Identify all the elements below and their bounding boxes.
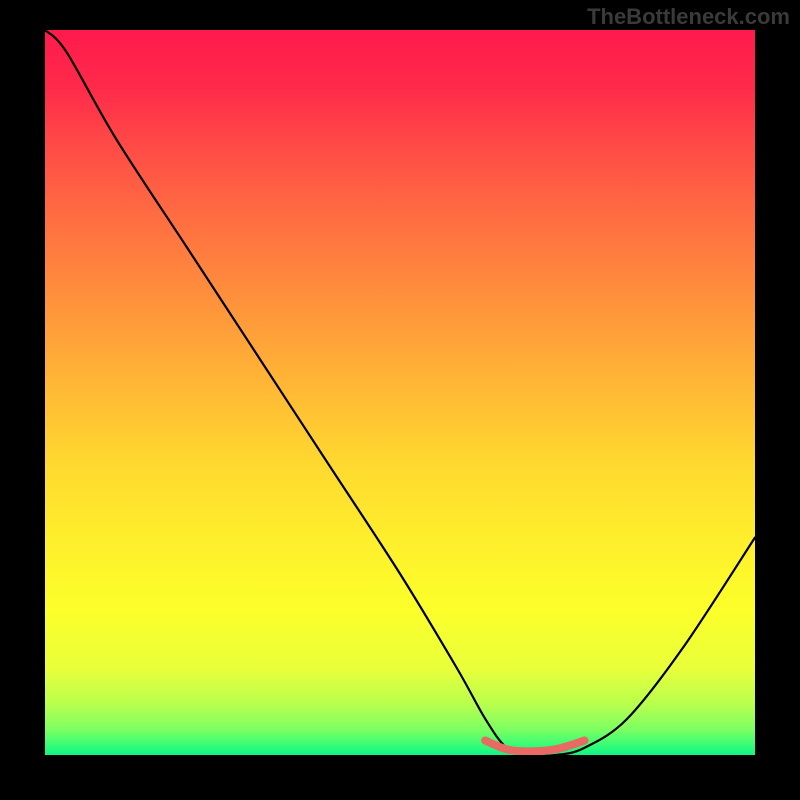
plot-area <box>45 30 755 755</box>
watermark-text: TheBottleneck.com <box>587 4 790 30</box>
bottleneck-curve-line <box>45 30 755 755</box>
chart-svg <box>45 30 755 755</box>
